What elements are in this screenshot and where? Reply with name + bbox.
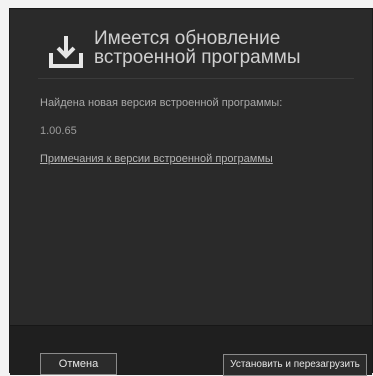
update-found-message: Найдена новая версия встроенной программ… [40,97,283,109]
release-notes-link[interactable]: Примечания к версии встроенной программы [40,153,273,165]
dialog-header: Имеется обновление встроенной программы [10,9,372,83]
header-divider [38,78,354,79]
download-icon [49,36,83,68]
cancel-button[interactable]: Отмена [40,353,117,375]
dialog-title: Имеется обновление встроенной программы [94,28,301,68]
dialog-footer: Отмена Установить и перезагрузить [10,325,372,376]
firmware-version: 1.00.65 [40,125,77,137]
firmware-update-dialog: Имеется обновление встроенной программы … [9,8,373,376]
